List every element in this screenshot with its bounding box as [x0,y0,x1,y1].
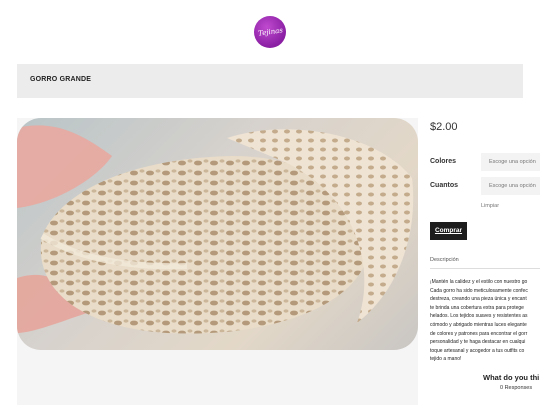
product-price: $2.00 [430,121,458,133]
buy-button[interactable]: Comprar [430,222,467,240]
description-text: ¡Mantén la calidez y el estilo con nuest… [430,279,528,363]
divider [430,268,540,269]
logo[interactable]: Tejinas [254,16,286,48]
feedback-question: What do you thi [483,373,540,382]
colores-select[interactable]: Escoge una opción [481,153,540,171]
product-image[interactable] [17,118,418,350]
product-gallery [17,118,418,405]
responses-count: 0 Responses [500,385,533,391]
tab-description[interactable]: Descripción [430,257,459,263]
colores-label: Colores [430,158,457,165]
cuantos-select[interactable]: Escoge una opción [481,177,540,195]
logo-text: Tejinas [257,26,283,38]
title-bar: GORRO GRANDE [17,64,523,98]
crochet-hat-picture [17,125,414,334]
cuantos-label: Cuantos [430,182,458,189]
page-title: GORRO GRANDE [30,76,92,83]
clear-link[interactable]: Limpiar [481,203,499,209]
